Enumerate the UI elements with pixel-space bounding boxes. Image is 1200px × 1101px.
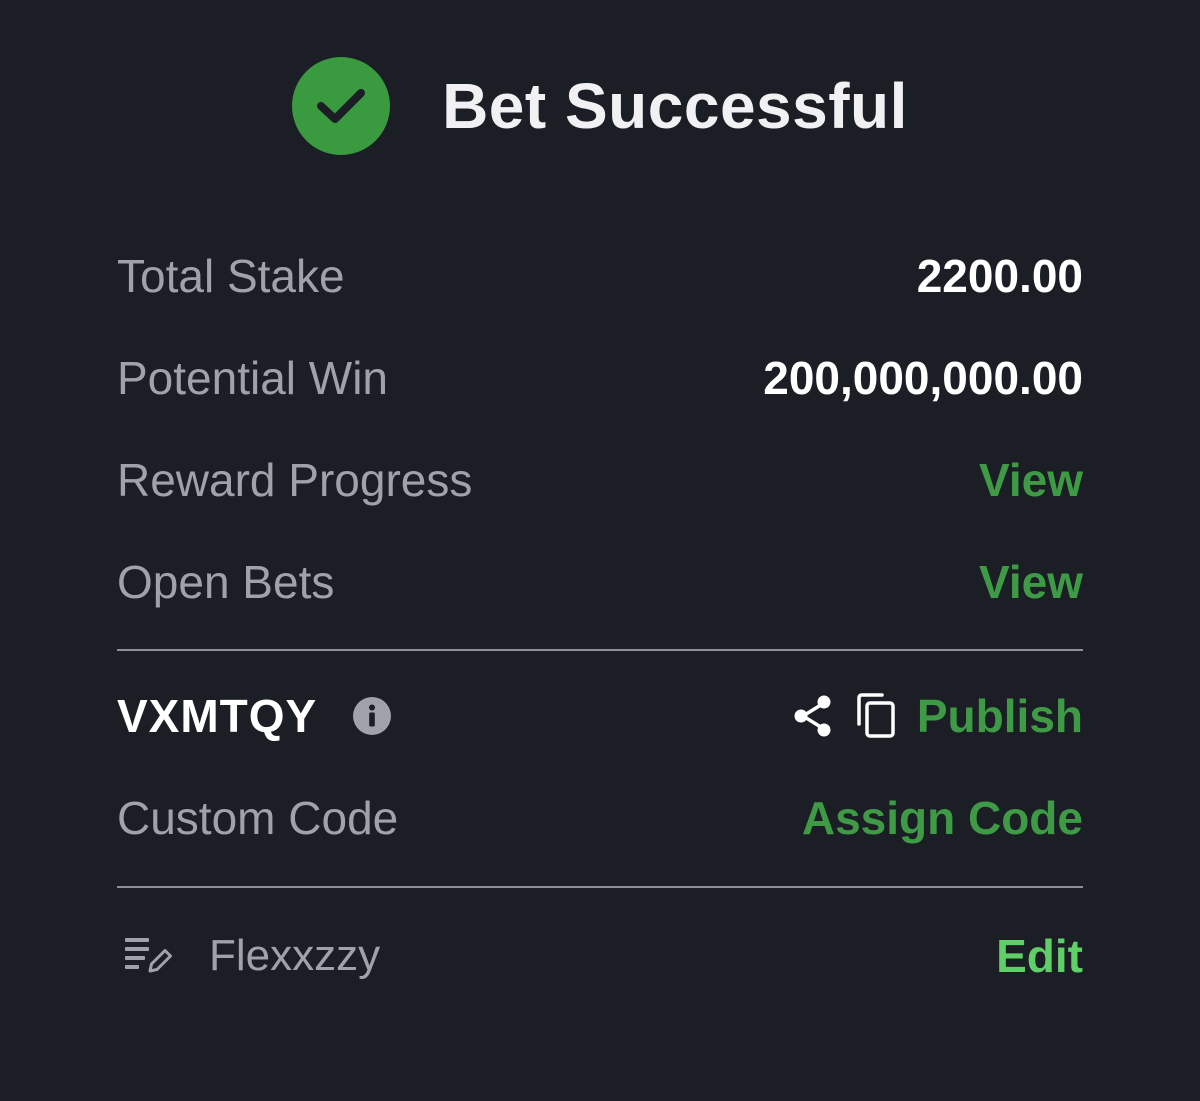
custom-code-label: Custom Code (117, 792, 399, 844)
copy-icon[interactable] (855, 692, 897, 740)
divider (117, 886, 1083, 888)
edit-button[interactable]: Edit (996, 929, 1083, 983)
reward-progress-view-link[interactable]: View (979, 453, 1083, 507)
check-circle-icon (292, 57, 391, 155)
total-stake-row: Total Stake 2200.00 (117, 246, 1083, 306)
open-bets-label: Open Bets (117, 556, 335, 608)
page-title: Bet Successful (442, 70, 908, 142)
total-stake-label: Total Stake (117, 250, 345, 302)
open-bets-row: Open Bets View (117, 552, 1083, 612)
booking-code-group: VXMTQY (117, 689, 392, 743)
assign-code-button[interactable]: Assign Code (802, 791, 1083, 845)
booking-code-row: VXMTQY Publish (117, 686, 1083, 746)
note-group: Flexxzzy (117, 931, 380, 981)
note-row: Flexxzzy Edit (117, 926, 1083, 986)
reward-progress-row: Reward Progress View (117, 450, 1083, 510)
reward-progress-label: Reward Progress (117, 454, 473, 506)
edit-note-icon (125, 936, 173, 976)
note-text: Flexxzzy (209, 931, 381, 980)
custom-code-row: Custom Code Assign Code (117, 788, 1083, 848)
booking-actions: Publish (793, 689, 1083, 743)
info-icon[interactable] (353, 697, 392, 735)
divider (117, 649, 1083, 651)
potential-win-label: Potential Win (117, 352, 389, 404)
potential-win-row: Potential Win 200,000,000.00 (117, 348, 1083, 408)
total-stake-value: 2200.00 (916, 250, 1083, 302)
booking-code: VXMTQY (117, 690, 318, 742)
potential-win-value: 200,000,000.00 (763, 352, 1083, 404)
success-header: Bet Successful (0, 56, 1200, 156)
open-bets-view-link[interactable]: View (979, 555, 1083, 609)
publish-button[interactable]: Publish (917, 689, 1083, 743)
share-icon[interactable] (793, 694, 833, 738)
